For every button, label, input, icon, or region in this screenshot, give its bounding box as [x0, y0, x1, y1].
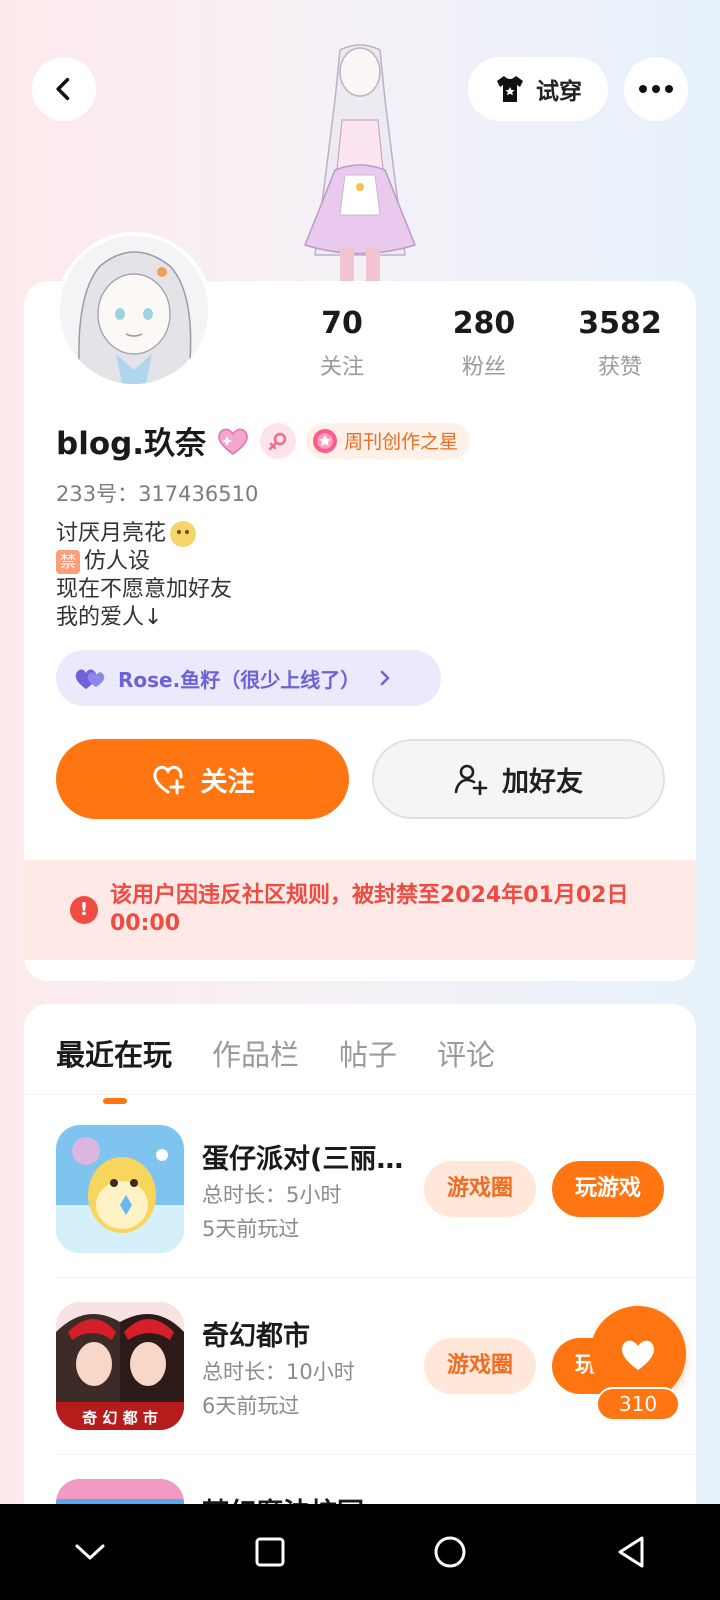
add-user-icon	[454, 764, 488, 795]
star-medal-icon	[313, 428, 338, 453]
stat-following[interactable]: 70 关注	[282, 306, 402, 381]
double-heart-icon	[75, 669, 105, 689]
bio-line: 现在不愿意加好友	[56, 577, 233, 602]
game-last-played: 5天前玩过	[202, 1217, 300, 1241]
tab-posts[interactable]: 帖子	[339, 1032, 397, 1074]
bio: 讨厌月亮花 禁仿人设 现在不愿意加好友 我的爱人↓	[56, 520, 232, 632]
divider	[24, 1094, 696, 1095]
list-item[interactable]: 蛋仔派对(三丽… 总时长：5小时 5天前玩过 游戏圈 玩游戏	[56, 1125, 696, 1253]
add-friend-label: 加好友	[502, 766, 583, 798]
creator-star-badge[interactable]: 周刊创作之星	[306, 422, 471, 459]
recent-card: 最近在玩 作品栏 帖子 评论 蛋仔派对(三丽… 总时长：5小时 5天前玩过 游戏…	[24, 1004, 696, 1524]
system-nav-bar	[0, 1504, 720, 1600]
back-button[interactable]	[32, 57, 96, 121]
tshirt-icon	[497, 76, 523, 102]
game-icon-text: 奇 幻 都 市	[82, 1409, 158, 1427]
try-on-label: 试穿	[536, 79, 582, 105]
stat-value: 280	[452, 306, 516, 341]
add-friend-button[interactable]: 加好友	[372, 739, 665, 819]
stat-value: 70	[321, 306, 363, 341]
couple-link[interactable]: Rose.鱼籽（很少上线了）	[56, 650, 441, 706]
warning-icon: !	[70, 896, 98, 924]
home-circle-icon[interactable]	[433, 1535, 467, 1569]
tab-bar: 最近在玩 作品栏 帖子 评论	[56, 1032, 495, 1104]
bio-line: 我的爱人↓	[56, 605, 163, 630]
name-row: blog.玖奈 周刊创作之星	[56, 418, 471, 463]
game-title: 蛋仔派对(三丽…	[202, 1144, 404, 1175]
divider	[56, 1277, 696, 1278]
tab-comments[interactable]: 评论	[437, 1032, 495, 1074]
heart-plus-icon	[152, 765, 184, 795]
stat-value: 3582	[578, 306, 662, 341]
game-last-played: 6天前玩过	[202, 1394, 300, 1418]
more-button[interactable]	[624, 57, 688, 121]
stat-likes[interactable]: 3582 获赞	[560, 306, 680, 381]
bio-line: 讨厌月亮花	[56, 521, 167, 546]
tab-works[interactable]: 作品栏	[212, 1032, 299, 1074]
game-duration: 总时长：10小时	[202, 1360, 355, 1384]
game-icon	[56, 1125, 184, 1253]
tab-recently-played[interactable]: 最近在玩	[56, 1032, 172, 1104]
stat-label: 关注	[319, 355, 364, 380]
bio-line: 仿人设	[84, 549, 151, 574]
username: blog.玖奈	[56, 426, 207, 462]
game-title: 奇幻都市	[202, 1321, 310, 1352]
more-dots-icon	[639, 85, 673, 93]
ban-notice: ! 该用户因违反社区规则，被封禁至2024年01月02日 00:00	[24, 860, 696, 960]
sparkle-heart-icon	[218, 428, 248, 455]
game-duration: 总时长：5小时	[202, 1183, 342, 1207]
female-icon	[268, 432, 287, 450]
game-circle-button[interactable]: 游戏圈	[424, 1338, 536, 1394]
user-id: 233号：317436510	[56, 482, 259, 506]
ban-notice-text: 该用户因违反社区规则，被封禁至2024年01月02日 00:00	[110, 883, 629, 936]
chevron-left-icon	[56, 77, 70, 101]
stat-label: 获赞	[597, 355, 642, 380]
heart-icon	[622, 1340, 654, 1370]
play-game-button[interactable]: 玩游戏	[552, 1161, 664, 1217]
game-circle-button[interactable]: 游戏圈	[424, 1161, 536, 1217]
prohibited-icon: 禁	[56, 550, 80, 574]
couple-name: Rose.鱼籽（很少上线了）	[118, 667, 361, 692]
avatar[interactable]	[56, 232, 212, 388]
divider	[56, 1454, 696, 1455]
chevron-right-icon	[380, 670, 390, 686]
creator-star-label: 周刊创作之星	[344, 431, 459, 453]
gender-female-badge	[260, 422, 297, 459]
neutral-face-icon	[170, 521, 197, 547]
game-icon: 奇 幻 都 市	[56, 1302, 184, 1430]
chevron-down-icon[interactable]	[74, 1542, 106, 1562]
avatar-illustration	[60, 236, 208, 384]
stat-label: 粉丝	[461, 355, 506, 380]
try-on-button[interactable]: 试穿	[468, 57, 608, 121]
character-figure	[304, 44, 416, 282]
follow-label: 关注	[200, 766, 255, 798]
back-triangle-icon[interactable]	[616, 1535, 646, 1569]
recents-square-icon[interactable]	[255, 1537, 285, 1567]
stat-followers[interactable]: 280 粉丝	[424, 306, 544, 381]
like-count: 310	[596, 1387, 680, 1421]
follow-button[interactable]: 关注	[56, 739, 349, 819]
